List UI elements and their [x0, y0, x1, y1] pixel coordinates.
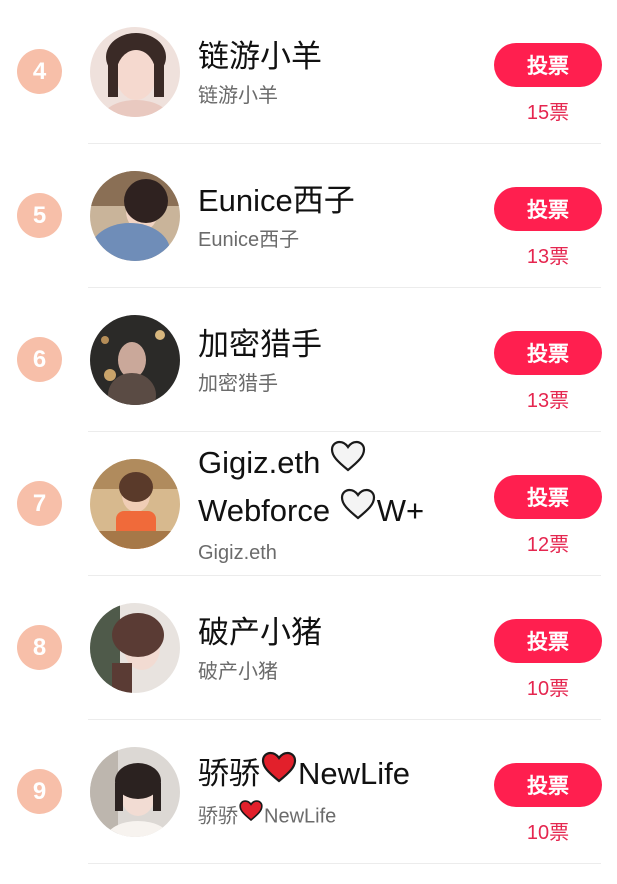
rank-badge: 5: [17, 193, 62, 238]
red-heart-icon: [260, 750, 298, 796]
red-heart-icon: [238, 799, 264, 831]
entry-username: 破产小猪: [198, 660, 278, 683]
entry-username-part: NewLife: [264, 805, 337, 828]
white-heart-icon: [339, 487, 377, 533]
ranking-row: 4 链游小羊 链游小羊 投票 15票: [0, 0, 617, 144]
ranking-row: 9 骄骄 NewLife 骄骄 NewLife 投票 10票: [0, 720, 617, 864]
avatar[interactable]: [90, 603, 180, 693]
vote-button[interactable]: 投票: [494, 331, 602, 375]
avatar[interactable]: [90, 315, 180, 405]
entry-name-line2: Webforce: [198, 493, 331, 528]
rank-badge: 9: [17, 769, 62, 814]
vote-count: 12票: [526, 534, 570, 556]
entry-info: Eunice西子 Eunice西子: [198, 144, 477, 288]
white-heart-icon: [329, 439, 367, 485]
ranking-list: 4 链游小羊 链游小羊 投票 15票 5 Eunice西子 Eunice西子 投…: [0, 0, 617, 864]
divider: [88, 863, 601, 864]
entry-name: 链游小羊: [198, 38, 322, 74]
entry-username: 链游小羊: [198, 84, 278, 107]
vote-button[interactable]: 投票: [494, 475, 602, 519]
entry-name: 骄骄 NewLife: [198, 751, 477, 799]
entry-info: 骄骄 NewLife 骄骄 NewLife: [198, 720, 477, 864]
entry-info: 加密猎手 加密猎手: [198, 288, 477, 432]
entry-username-part: 骄骄: [198, 805, 238, 828]
ranking-row: 8 破产小猪 破产小猪 投票 10票: [0, 576, 617, 720]
avatar[interactable]: [90, 27, 180, 117]
vote-count: 10票: [526, 678, 570, 700]
entry-info: 链游小羊 链游小羊: [198, 0, 477, 144]
rank-badge: 4: [17, 49, 62, 94]
entry-username: 骄骄 NewLife: [198, 799, 477, 833]
entry-name: 加密猎手: [198, 326, 322, 362]
rank-badge: 6: [17, 337, 62, 382]
ranking-row: 6 加密猎手 加密猎手 投票 13票: [0, 288, 617, 432]
ranking-row: 7 Gigiz.eth Webforce W+ Gigiz.eth 投票 12票: [0, 432, 617, 576]
vote-count: 15票: [526, 102, 570, 124]
entry-info: Gigiz.eth Webforce W+ Gigiz.eth: [198, 432, 477, 576]
vote-count: 13票: [526, 246, 570, 268]
entry-username: 加密猎手: [198, 372, 278, 395]
entry-name-part: NewLife: [298, 756, 410, 792]
entry-name-suffix: W+: [376, 493, 425, 528]
vote-button[interactable]: 投票: [494, 43, 602, 87]
vote-count: 10票: [526, 822, 570, 844]
entry-username: Gigiz.eth: [198, 541, 277, 564]
avatar[interactable]: [90, 747, 180, 837]
entry-username: Eunice西子: [198, 228, 300, 251]
avatar[interactable]: [90, 171, 180, 261]
entry-name: Eunice西子: [198, 182, 355, 218]
entry-name-line1: Gigiz.eth: [198, 445, 321, 481]
vote-button[interactable]: 投票: [494, 619, 602, 663]
avatar[interactable]: [90, 459, 180, 549]
vote-button[interactable]: 投票: [494, 763, 602, 807]
ranking-row: 5 Eunice西子 Eunice西子 投票 13票: [0, 144, 617, 288]
entry-name: 破产小猪: [198, 614, 322, 650]
rank-badge: 7: [17, 481, 62, 526]
rank-badge: 8: [17, 625, 62, 670]
entry-info: 破产小猪 破产小猪: [198, 576, 477, 720]
entry-name: Gigiz.eth Webforce W+: [198, 440, 477, 536]
entry-name-part: 骄骄: [198, 756, 260, 792]
vote-button[interactable]: 投票: [494, 187, 602, 231]
vote-count: 13票: [526, 390, 570, 412]
